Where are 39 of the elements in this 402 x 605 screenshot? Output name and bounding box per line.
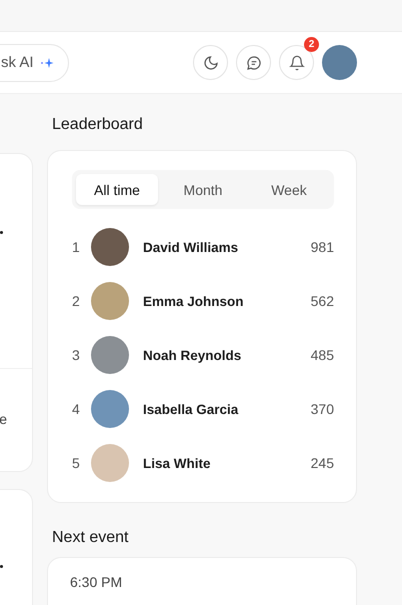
moon-icon (202, 54, 218, 70)
section-title: Leaderboard (52, 116, 144, 134)
section-title: Next event (52, 529, 130, 547)
notification-count: 2 (304, 37, 319, 52)
event-time: 6:30 PM (70, 574, 122, 590)
score: 485 (310, 347, 334, 363)
period-tab[interactable]: Month (162, 174, 244, 205)
chat-icon (246, 54, 262, 70)
score: 562 (310, 293, 334, 309)
ask-ai-button[interactable]: sk AI (0, 44, 69, 82)
score: 370 (310, 401, 334, 417)
rank-number: 1 (72, 239, 81, 255)
dot-icon (0, 565, 3, 568)
score: 981 (310, 239, 334, 255)
notifications-button[interactable] (279, 45, 314, 80)
sparkle-icon (40, 56, 54, 68)
user-avatar[interactable] (322, 45, 357, 80)
bell-icon (288, 54, 304, 70)
user-avatar (91, 282, 129, 320)
rank-number: 2 (72, 293, 81, 309)
user-name: Isabella Garcia (143, 402, 238, 416)
messages-button[interactable] (236, 45, 271, 80)
rank-number: 5 (72, 455, 81, 471)
user-avatar (91, 444, 129, 482)
dark-mode-button[interactable] (193, 45, 228, 80)
card-text: e (0, 411, 7, 427)
dot-icon (0, 231, 3, 234)
user-name: David Williams (143, 240, 238, 254)
rank-number: 3 (72, 347, 81, 363)
user-avatar (91, 228, 129, 266)
user-name: Lisa White (143, 456, 211, 470)
user-name: Emma Johnson (143, 294, 244, 308)
user-name: Noah Reynolds (143, 348, 242, 362)
user-avatar (91, 390, 129, 428)
period-tab[interactable]: Week (248, 174, 330, 205)
user-avatar (91, 336, 129, 374)
score: 245 (310, 455, 334, 471)
rank-number: 4 (72, 401, 81, 417)
period-tab[interactable]: All time (76, 174, 158, 205)
